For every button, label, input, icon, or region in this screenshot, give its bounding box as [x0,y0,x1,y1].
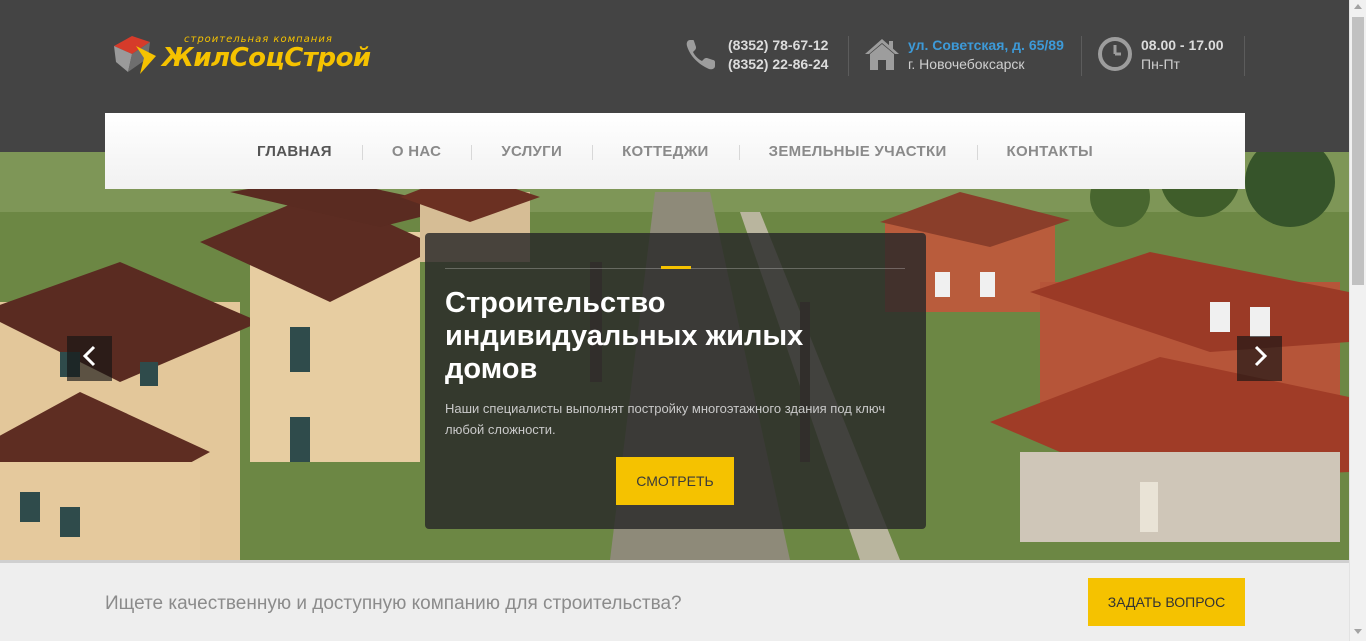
scroll-down-icon[interactable] [1354,629,1362,634]
nav-item-about[interactable]: О НАС [361,143,471,160]
contact-divider [848,36,849,76]
slide-title: Строительство индивидуальных жилых домов [445,287,804,385]
page-scrollbar[interactable] [1349,0,1366,641]
contact-divider [1244,36,1245,76]
house-icon [864,36,900,72]
hours-time: 08.00 - 17.00 [1141,37,1224,53]
nav-item-services[interactable]: УСЛУГИ [471,143,592,160]
logo-name: ЖилСоцСтрой [162,43,371,73]
nav-item-contacts[interactable]: КОНТАКТЫ [976,143,1123,160]
view-button[interactable]: СМОТРЕТЬ [616,457,734,505]
nav-item-cottages[interactable]: КОТТЕДЖИ [592,143,739,160]
logo[interactable]: строительная компания ЖилСоцСтрой [110,30,371,80]
caption-accent [661,266,691,269]
cta-text: Ищете качественную и доступную компанию … [105,593,682,614]
address-block: ул. Советская, д. 65/89 г. Новочебоксарс… [864,36,1064,76]
address-city: г. Новочебоксарск [908,56,1025,72]
slider-next-button[interactable] [1237,336,1282,381]
hours-block: 08.00 - 17.00 Пн-Пт [1097,36,1224,76]
chevron-right-icon [1251,344,1269,373]
address-street: ул. Советская, д. 65/89 [908,37,1064,53]
slide-caption: Строительство индивидуальных жилых домов… [425,233,926,529]
phone-2[interactable]: (8352) 22-86-24 [728,55,828,74]
cta-bar: Ищете качественную и доступную компанию … [0,560,1349,641]
ask-question-button[interactable]: ЗАДАТЬ ВОПРОС [1088,578,1245,626]
chevron-left-icon [81,344,99,373]
nav-item-land[interactable]: ЗЕМЕЛЬНЫЕ УЧАСТКИ [738,143,977,160]
main-nav: ГЛАВНАЯ О НАС УСЛУГИ КОТТЕДЖИ ЗЕМЕЛЬНЫЕ … [105,113,1245,189]
phone-1[interactable]: (8352) 78-67-12 [728,36,828,55]
logo-mark-icon [110,32,158,78]
page: строительная компания ЖилСоцСтрой (8352)… [0,0,1366,641]
clock-icon [1097,36,1133,72]
hero-slider: Строительство индивидуальных жилых домов… [0,152,1349,560]
phone-icon [684,36,720,72]
scroll-up-icon[interactable] [1354,4,1362,9]
slide-text: Наши специалисты выполнят постройку мног… [445,401,886,437]
slider-prev-button[interactable] [67,336,112,381]
nav-item-home[interactable]: ГЛАВНАЯ [227,143,362,160]
phone-block: (8352) 78-67-12 (8352) 22-86-24 [684,36,828,76]
scroll-thumb[interactable] [1352,17,1364,285]
contact-divider [1081,36,1082,76]
hours-days: Пн-Пт [1141,56,1180,72]
